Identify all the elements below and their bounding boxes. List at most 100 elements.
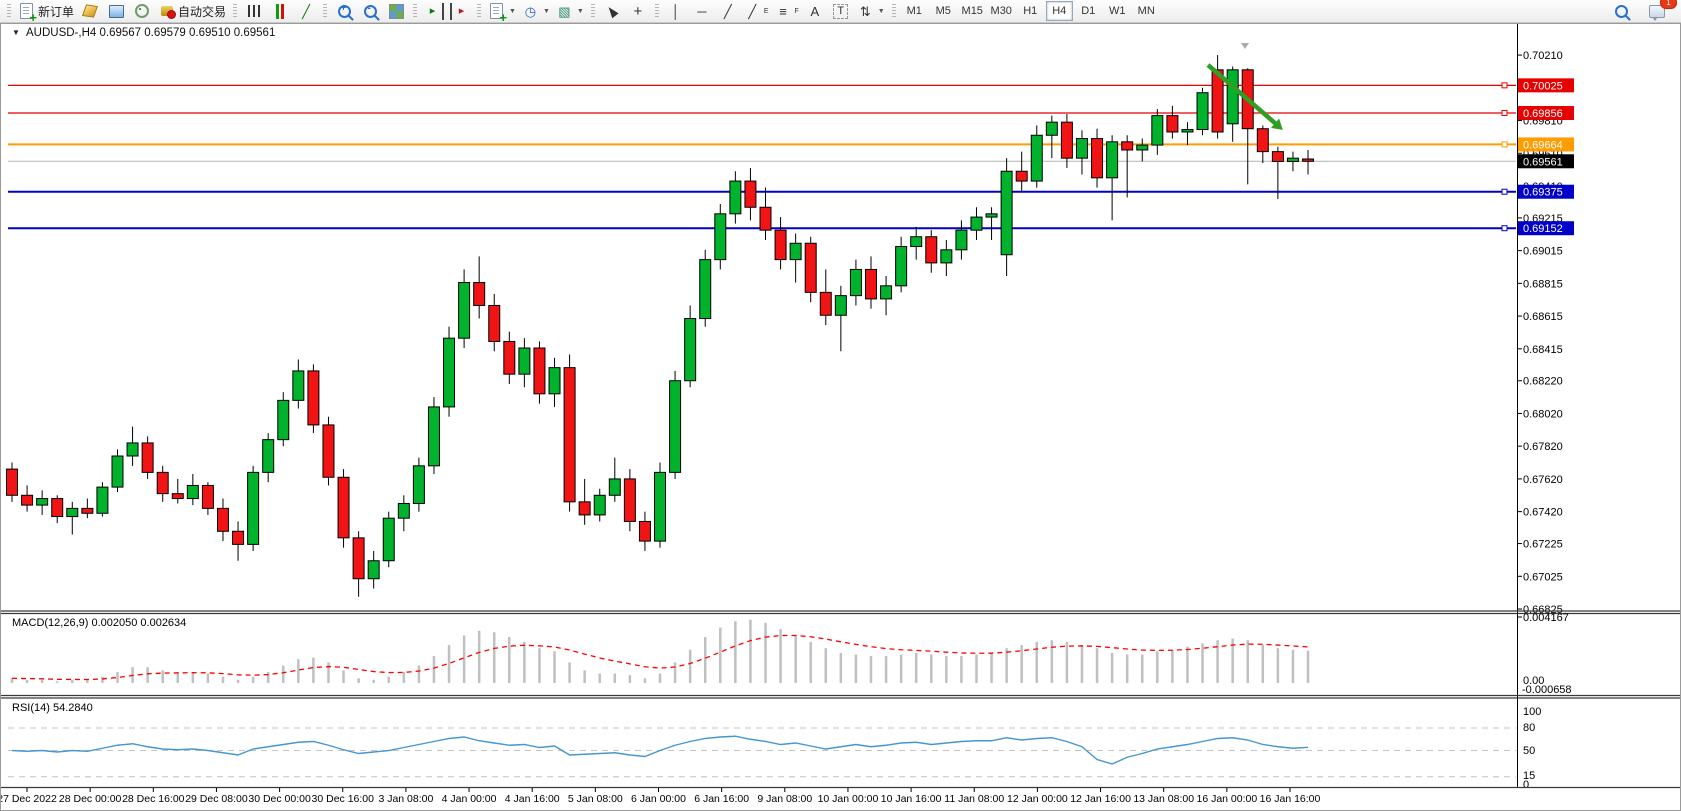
- macd-bar: [764, 623, 767, 683]
- candlestick-chart-button[interactable]: [267, 1, 293, 21]
- cursor-button[interactable]: [599, 1, 625, 21]
- macd-bar: [388, 677, 391, 683]
- trendline-button[interactable]: ╱: [715, 1, 741, 21]
- macd-bar: [960, 656, 963, 683]
- time-axis-label: 4 Jan 16:00: [505, 793, 560, 805]
- macd-bar: [267, 672, 270, 683]
- macd-bar: [553, 651, 556, 683]
- chevron-down-icon[interactable]: ▼: [878, 8, 885, 15]
- scroll-to-end-button[interactable]: ▸: [421, 1, 447, 21]
- macd-label: MACD(12,26,9) 0.002050 0.002634: [12, 617, 186, 629]
- collapse-triangle-icon[interactable]: ▼: [12, 28, 20, 37]
- candle: [248, 466, 259, 551]
- toolbar-grip: [413, 4, 417, 19]
- line-chart-button[interactable]: ╱: [293, 1, 319, 21]
- timeframe-button-W1[interactable]: W1: [1104, 1, 1131, 21]
- auto-trading-button[interactable]: 自动交易: [155, 1, 229, 21]
- channel-button[interactable]: ╱E: [741, 1, 772, 21]
- bar-chart-icon: [248, 5, 260, 17]
- news-button[interactable]: [129, 1, 155, 21]
- price-axis-tick: 0.67620: [1523, 474, 1563, 486]
- data-window-button[interactable]: [103, 1, 129, 21]
- hline-handle[interactable]: [1502, 226, 1507, 231]
- timeframe-button-MN[interactable]: MN: [1133, 1, 1160, 21]
- arrows-button[interactable]: ⇅ ▼: [854, 1, 888, 21]
- hline-handle[interactable]: [1502, 83, 1507, 88]
- text-button[interactable]: A: [802, 1, 828, 21]
- macd-bar: [403, 672, 406, 683]
- chart-shift-button[interactable]: ▸: [447, 1, 473, 21]
- chart-plot-area[interactable]: [8, 41, 1516, 610]
- macd-bar: [704, 637, 707, 683]
- time-axis-label: 16 Jan 16:00: [1260, 793, 1321, 805]
- hline-handle[interactable]: [1502, 142, 1507, 147]
- search-button[interactable]: [1608, 1, 1634, 21]
- chart-canvas[interactable]: ▼ AUDUSD-,H4 0.69567 0.69579 0.69510 0.69…: [0, 23, 1681, 811]
- template-button[interactable]: ▧ ▼: [553, 1, 587, 21]
- timeframe-button-M15[interactable]: M15: [959, 1, 986, 21]
- macd-bar: [870, 656, 873, 683]
- period-button[interactable]: ◷ ▼: [519, 1, 553, 21]
- crosshair-button[interactable]: +: [625, 1, 651, 21]
- price-axis-tick: 0.70210: [1523, 50, 1563, 62]
- horizontal-line-icon: ─: [693, 3, 710, 20]
- time-axis-label: 30 Dec 16:00: [312, 793, 375, 805]
- bar-chart-button[interactable]: [241, 1, 267, 21]
- macd-bar: [523, 642, 526, 683]
- text-icon: A: [806, 3, 823, 20]
- notification-badge: 1: [1660, 0, 1677, 9]
- fibonacci-button[interactable]: ≡F: [772, 1, 802, 21]
- vertical-line-button[interactable]: │: [663, 1, 689, 21]
- chevron-down-icon[interactable]: ▼: [543, 8, 550, 15]
- trendline-icon: ╱: [719, 3, 736, 20]
- macd-bar: [207, 673, 210, 683]
- candle: [715, 204, 726, 269]
- candle: [428, 397, 439, 474]
- macd-bar: [1096, 648, 1099, 683]
- text-label-button[interactable]: T: [828, 1, 854, 21]
- symbols-button[interactable]: [77, 1, 103, 21]
- new-order-button[interactable]: 新订单: [15, 1, 77, 21]
- timeframe-button-M30[interactable]: M30: [988, 1, 1015, 21]
- timeframe-button-D1[interactable]: D1: [1075, 1, 1102, 21]
- hline-handle[interactable]: [1502, 111, 1507, 116]
- zoom-out-button[interactable]: [357, 1, 383, 21]
- macd-bar: [885, 656, 888, 683]
- mt4-terminal-window: { "toolbar": { "new_order_label": "新订单",…: [0, 0, 1681, 811]
- chevron-down-icon[interactable]: ▼: [509, 8, 516, 15]
- rsi-axis-tick: 80: [1523, 722, 1535, 734]
- chevron-down-icon[interactable]: ▼: [577, 8, 584, 15]
- zoom-in-button[interactable]: [331, 1, 357, 21]
- macd-bar: [1277, 648, 1280, 683]
- main-toolbar: 新订单 自动交易 ╱ ▸ ▸ ▼ ◷: [0, 0, 1681, 23]
- macd-bar: [192, 672, 195, 683]
- toolbar-grip: [323, 4, 327, 19]
- svg-text:0.69856: 0.69856: [1523, 108, 1563, 120]
- macd-bar: [282, 666, 285, 683]
- macd-bar: [342, 670, 345, 683]
- macd-bar: [1020, 645, 1023, 683]
- chart-title-ohlc: AUDUSD-,H4 0.69567 0.69579 0.69510 0.695…: [26, 27, 275, 39]
- timeframe-button-H4[interactable]: H4: [1046, 1, 1073, 21]
- macd-bar: [372, 680, 375, 683]
- new-chart-button[interactable]: ▼: [485, 1, 519, 21]
- macd-bar: [1201, 643, 1204, 683]
- notifications-button[interactable]: 1: [1644, 1, 1670, 21]
- timeframe-button-M5[interactable]: M5: [930, 1, 957, 21]
- toolbar-grip: [233, 4, 237, 19]
- time-axis-label: 12 Jan 00:00: [1007, 793, 1068, 805]
- text-label-icon: T: [833, 4, 848, 19]
- candle: [308, 364, 319, 433]
- hline-handle[interactable]: [1502, 189, 1507, 194]
- chart-window: ▼ AUDUSD-,H4 0.69567 0.69579 0.69510 0.69…: [0, 23, 1681, 811]
- tile-windows-button[interactable]: [383, 1, 409, 21]
- auto-trading-icon: [161, 6, 173, 16]
- timeframe-button-H1[interactable]: H1: [1017, 1, 1044, 21]
- tile-windows-icon: [390, 5, 403, 18]
- timeframe-button-M1[interactable]: M1: [901, 1, 928, 21]
- time-axis-label: 29 Dec 08:00: [185, 793, 248, 805]
- horizontal-line-button[interactable]: ─: [689, 1, 715, 21]
- macd-bar: [161, 670, 164, 683]
- macd-bar: [433, 656, 436, 683]
- macd-bar: [26, 680, 29, 683]
